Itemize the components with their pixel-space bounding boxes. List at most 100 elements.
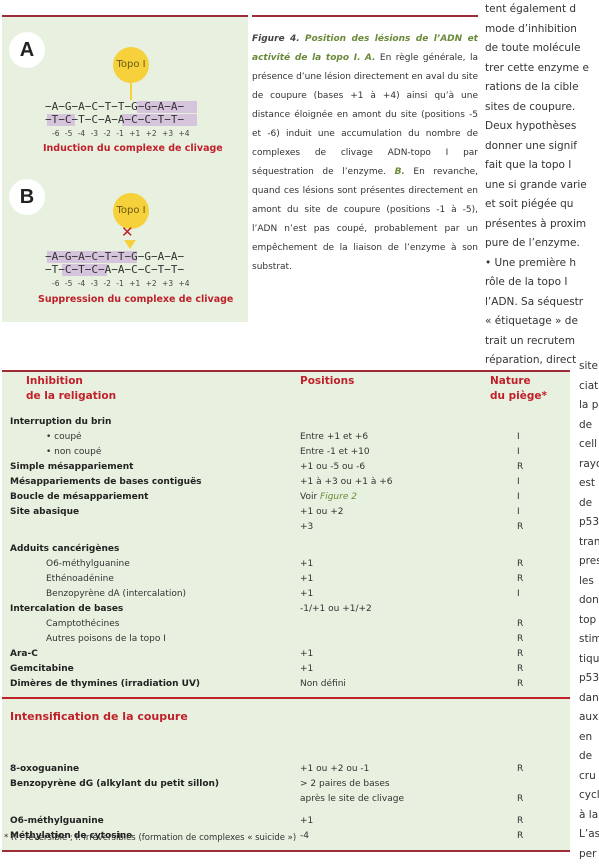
row-trap-nature: R [517,662,523,677]
text-line: de [579,494,599,514]
header-col1-line2: de la religation [26,389,116,404]
text-line: aux [579,708,599,728]
text-line: mode d’inhibition [485,20,599,40]
row-name: Interruption du brin [10,415,111,430]
text-line: ciat [579,377,599,397]
table-row: Simple mésappariement+1 ou -5 ou -6R [2,460,570,475]
row-positions: Non défini [300,677,346,692]
text-line: les [579,572,599,592]
text-line: Deux hypothèses [485,117,599,137]
text-line: de toute molécule [485,39,599,59]
row-positions: +1 [300,814,313,829]
text-line: cycl [579,786,599,806]
row-name: Benzopyrène dG (alkylant du petit sillon… [10,777,219,792]
table-row: +3R [2,520,570,535]
figure-label: Figure 4. [252,34,300,44]
row-name: Gemcitabine [10,662,74,677]
row-trap-nature: I [517,505,520,520]
text-line: de [579,416,599,436]
body-text-narrow-column: siteciatla pdecellrayoestdep53tranpresle… [579,357,599,864]
row-positions: +1 ou +2 [300,505,343,520]
topo-arrow-a [130,83,132,100]
text-line: rayo [579,455,599,475]
table-row: Mésappariements de bases contiguës +1 à +… [2,475,570,490]
text-line: une si grande varie [485,176,599,196]
row-name: Ara-C [10,647,38,662]
row-positions: +1 [300,572,313,587]
header-col1-line1: Inhibition [26,374,83,389]
text-line: site [579,357,599,377]
row-name: Site abasique [10,505,79,520]
text-line: rôle de la topo I [485,273,599,293]
text-line: sites de coupure. [485,98,599,118]
row-trap-nature: R [517,829,523,844]
table-row: O6-méthylguanine+1R [2,814,570,829]
body-text-column: tent également dmode d’inhibitionde tout… [485,0,599,371]
text-line: présentes à proxim [485,215,599,235]
row-trap-nature: R [517,677,523,692]
text-line: trer cette enzyme e [485,59,599,79]
row-name: Mésappariements de bases contiguës [10,475,202,490]
text-line: L’as [579,825,599,845]
text-line: per [579,845,599,864]
table-row: Intercalation de bases-1/+1 ou +1/+2 [2,602,570,617]
dna-bottom-strand-b: −T−C−T−C−A−A−C−C−T−T− [45,263,184,276]
text-line: donner une signif [485,137,599,157]
text-line: est [579,474,599,494]
row-positions: +1 ou -5 ou -6 [300,460,365,475]
topo-arrow-b [124,240,136,249]
row-name: • coupé [46,430,82,445]
caption-b-text: En revanche, quand ces lésions sont prés… [252,167,478,272]
text-line: et soit piégée qu [485,195,599,215]
text-line: tiqu [579,650,599,670]
header-col3-line1: Nature [490,374,531,389]
row-name: Intercalation de bases [10,602,123,617]
text-line: cru [579,767,599,787]
row-positions: Voir Figure 2 [300,490,357,505]
text-line: « étiquetage » de [485,312,599,332]
row-name: 8-oxoguanine [10,762,79,777]
table-row: Ara-C+1R [2,647,570,662]
positions-a: -6 -5 -4 -3 -2 -1 +1 +2 +3 +4 [52,129,190,138]
topo-i-enzyme-a: Topo I [113,47,149,83]
row-trap-nature: R [517,792,523,807]
table-row: Site abasique +1 ou +2 I [2,505,570,520]
table-row: Autres poisons de la topo IR [2,632,570,647]
row-name: O6-méthylguanine [10,814,104,829]
text-line: don [579,591,599,611]
row-positions: -4 [300,829,309,844]
text-line: top [579,611,599,631]
text-line: de [579,747,599,767]
row-name: Ethénoadénine [46,572,114,587]
row-trap-nature: I [517,430,520,445]
x-mark-icon: ✕ [121,223,134,241]
row-name: Camptothécines [46,617,119,632]
text-line: pure de l’enzyme. [485,234,599,254]
text-line: dan [579,689,599,709]
text-line: p53 [579,669,599,689]
table-row: Dimères de thymines (irradiation UV) Non … [2,677,570,692]
table-row: Adduits cancérigènes [2,542,570,557]
caption-a-label: A. [365,53,376,63]
row-trap-nature: R [517,572,523,587]
table-row: • non coupéEntre -1 et +10I [2,445,570,460]
text-line: cell [579,435,599,455]
footnote: * R : réversible ; I: irréversibles (for… [4,833,296,843]
figure-2-link[interactable]: Figure 2 [320,492,357,502]
panel-label-b: B [9,179,45,215]
row-trap-nature: R [517,460,523,475]
row-trap-nature: R [517,632,523,647]
header-positions: Positions [300,374,354,389]
row-name: Dimères de thymines (irradiation UV) [10,677,200,692]
row-positions: Entre -1 et +10 [300,445,370,460]
row-positions: +1 à +3 ou +1 à +6 [300,475,392,490]
table-row: Interruption du brin [2,415,570,430]
text-line: la p [579,396,599,416]
row-trap-nature: R [517,557,523,572]
positions-b: -6 -5 -4 -3 -2 -1 +1 +2 +3 +4 [52,279,190,288]
text-line: l’ADN. Sa séquestr [485,293,599,313]
lesions-table: Inhibition de la religation Positions Na… [2,370,570,852]
row-trap-nature: I [517,490,520,505]
row-positions: après le site de clivage [300,792,404,807]
caption-b-label: B. [395,167,405,177]
